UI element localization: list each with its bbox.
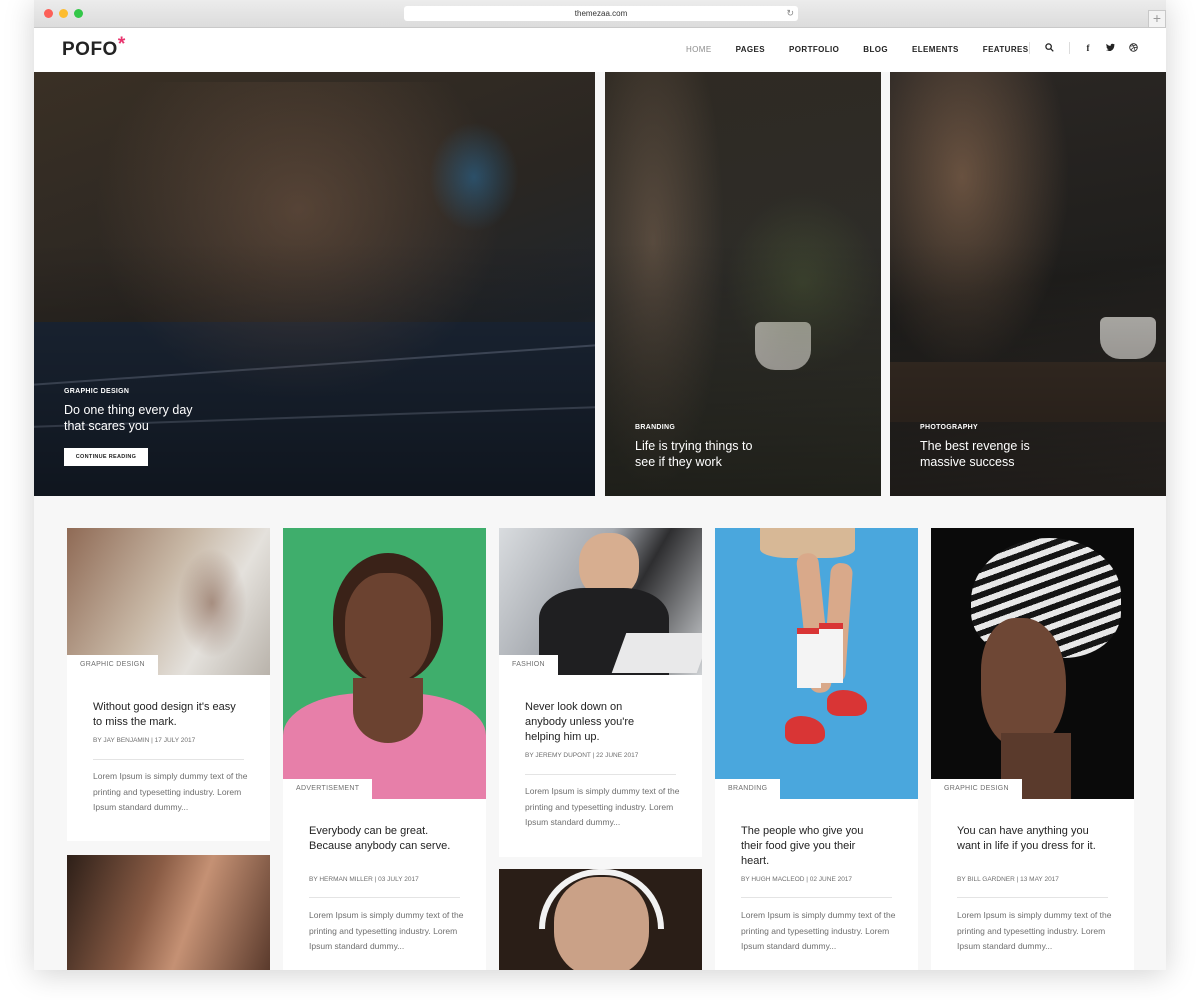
post-title[interactable]: You can have anything you want in life i… [957,824,1097,854]
post-excerpt: Lorem Ipsum is simply dummy text of the … [741,910,896,951]
divider [525,774,676,775]
facebook-icon[interactable]: f [1083,43,1093,53]
logo-text: POFO [62,39,118,60]
nav-home[interactable]: HOME [686,45,712,54]
striped-hat-woman-image [931,528,1134,799]
nav-features[interactable]: FEATURES [983,45,1029,54]
post-category-tag[interactable]: ADVERTISEMENT [283,779,373,799]
post-category-tag[interactable]: FASHION [499,655,558,675]
hero-post-1[interactable]: GRAPHIC DESIGN Do one thing every day th… [34,72,595,496]
post-date: 13 MAY 2017 [1020,876,1059,883]
post-date: 17 JULY 2017 [154,737,196,744]
hero-title[interactable]: Life is trying things to see if they wor… [635,438,775,470]
twitter-icon[interactable] [1105,43,1115,53]
browser-toolbar: themezaa.com ↻ [34,0,1166,28]
post-category-tag[interactable]: GRAPHIC DESIGN [931,779,1022,799]
nav-blog[interactable]: BLOG [863,45,888,54]
post-date: 03 JULY 2017 [378,876,419,883]
post-card-6[interactable] [67,855,270,970]
minimize-window-button[interactable] [59,9,68,18]
divider [957,897,1108,898]
post-title[interactable]: Everybody can be great. Because anybody … [309,824,459,854]
browser-window: themezaa.com ↻ POFO* HOME PAGES PORTFOLI… [34,0,1166,970]
hero-overlay [605,72,881,496]
site-logo[interactable]: POFO* [62,34,126,61]
sock-image [797,628,821,688]
post-author[interactable]: BY JAY BENJAMIN [93,737,149,744]
close-window-button[interactable] [44,9,53,18]
nav-pages[interactable]: PAGES [736,45,765,54]
hero-category[interactable]: BRANDING [635,424,675,431]
post-category-tag[interactable]: BRANDING [715,779,781,799]
sneaker-image [785,716,825,744]
headphones-image [539,869,664,929]
post-card-2[interactable]: ADVERTISEMENT Everybody can be great. Be… [283,528,486,970]
sock-image [819,623,843,683]
post-date: 22 JUNE 2017 [596,752,639,759]
post-card-5[interactable]: GRAPHIC DESIGN You can have anything you… [931,528,1134,970]
yoga-image [67,528,270,675]
post-author[interactable]: BY HUGH MACLEOD [741,876,804,883]
logo-asterisk-icon: * [117,34,126,55]
post-excerpt: Lorem Ipsum is simply dummy text of the … [957,910,1112,951]
post-meta: BY HERMAN MILLER | 03 JULY 2017 [309,876,419,883]
site-header: POFO* HOME PAGES PORTFOLIO BLOG ELEMENTS… [34,28,1166,72]
post-author[interactable]: BY BILL GARDNER [957,876,1015,883]
nav-divider [1069,42,1070,54]
continue-reading-button[interactable]: CONTINUE READING [64,448,148,466]
hero-post-2[interactable]: BRANDING Life is trying things to see if… [605,72,881,496]
post-card-4[interactable]: BRANDING The people who give you their f… [715,528,918,970]
post-card-1[interactable]: GRAPHIC DESIGN Without good design it's … [67,528,270,841]
smiling-woman-image [283,528,486,799]
post-excerpt: Lorem Ipsum is simply dummy text of the … [93,771,248,812]
sneaker-image [827,690,867,716]
nav-elements[interactable]: ELEMENTS [912,45,959,54]
search-icon[interactable] [1044,43,1054,53]
face-image [345,573,431,683]
new-tab-button[interactable]: + [1148,10,1166,28]
hero-overlay [890,72,1166,496]
address-bar-url: themezaa.com [574,9,628,18]
laptop-image [611,633,702,673]
headphones-woman-image [499,869,702,970]
post-meta: BY BILL GARDNER | 13 MAY 2017 [957,876,1059,883]
hero-title[interactable]: Do one thing every day that scares you [64,402,194,434]
hero-title[interactable]: The best revenge is massive success [920,438,1060,470]
divider [741,897,892,898]
zoom-window-button[interactable] [74,9,83,18]
address-bar[interactable]: themezaa.com ↻ [404,6,798,21]
post-card-3[interactable]: FASHION Never look down on anybody unles… [499,528,702,857]
neck-image [353,678,423,743]
reload-icon[interactable]: ↻ [786,6,794,21]
nav-divider [1029,42,1030,54]
workout-image [67,855,270,970]
woman-profile-image [981,618,1066,748]
post-meta: BY HUGH MACLEOD | 02 JUNE 2017 [741,876,852,883]
post-card-7[interactable] [499,869,702,970]
main-nav: HOME PAGES PORTFOLIO BLOG ELEMENTS FEATU… [686,45,1053,54]
yoga-woman-image [177,548,247,658]
divider [309,897,460,898]
post-excerpt: Lorem Ipsum is simply dummy text of the … [309,910,464,951]
post-category-tag[interactable]: GRAPHIC DESIGN [67,655,158,675]
hero-category[interactable]: PHOTOGRAPHY [920,424,978,431]
hero-category[interactable]: GRAPHIC DESIGN [64,388,129,395]
sneakers-legs-image [715,528,918,799]
post-excerpt: Lorem Ipsum is simply dummy text of the … [525,786,680,827]
nav-portfolio[interactable]: PORTFOLIO [789,45,839,54]
dribbble-icon[interactable] [1128,43,1138,53]
office-man-image [499,528,702,675]
post-title[interactable]: The people who give you their food give … [741,824,871,869]
post-author[interactable]: BY HERMAN MILLER [309,876,373,883]
post-author[interactable]: BY JEREMY DUPONT [525,752,591,759]
post-meta: BY JAY BENJAMIN | 17 JULY 2017 [93,737,195,744]
post-date: 02 JUNE 2017 [809,876,853,883]
divider [93,759,244,760]
hero-post-3[interactable]: PHOTOGRAPHY The best revenge is massive … [890,72,1166,496]
post-title[interactable]: Never look down on anybody unless you're… [525,700,655,745]
post-title[interactable]: Without good design it's easy to miss th… [93,700,243,730]
post-meta: BY JEREMY DUPONT | 22 JUNE 2017 [525,752,638,759]
